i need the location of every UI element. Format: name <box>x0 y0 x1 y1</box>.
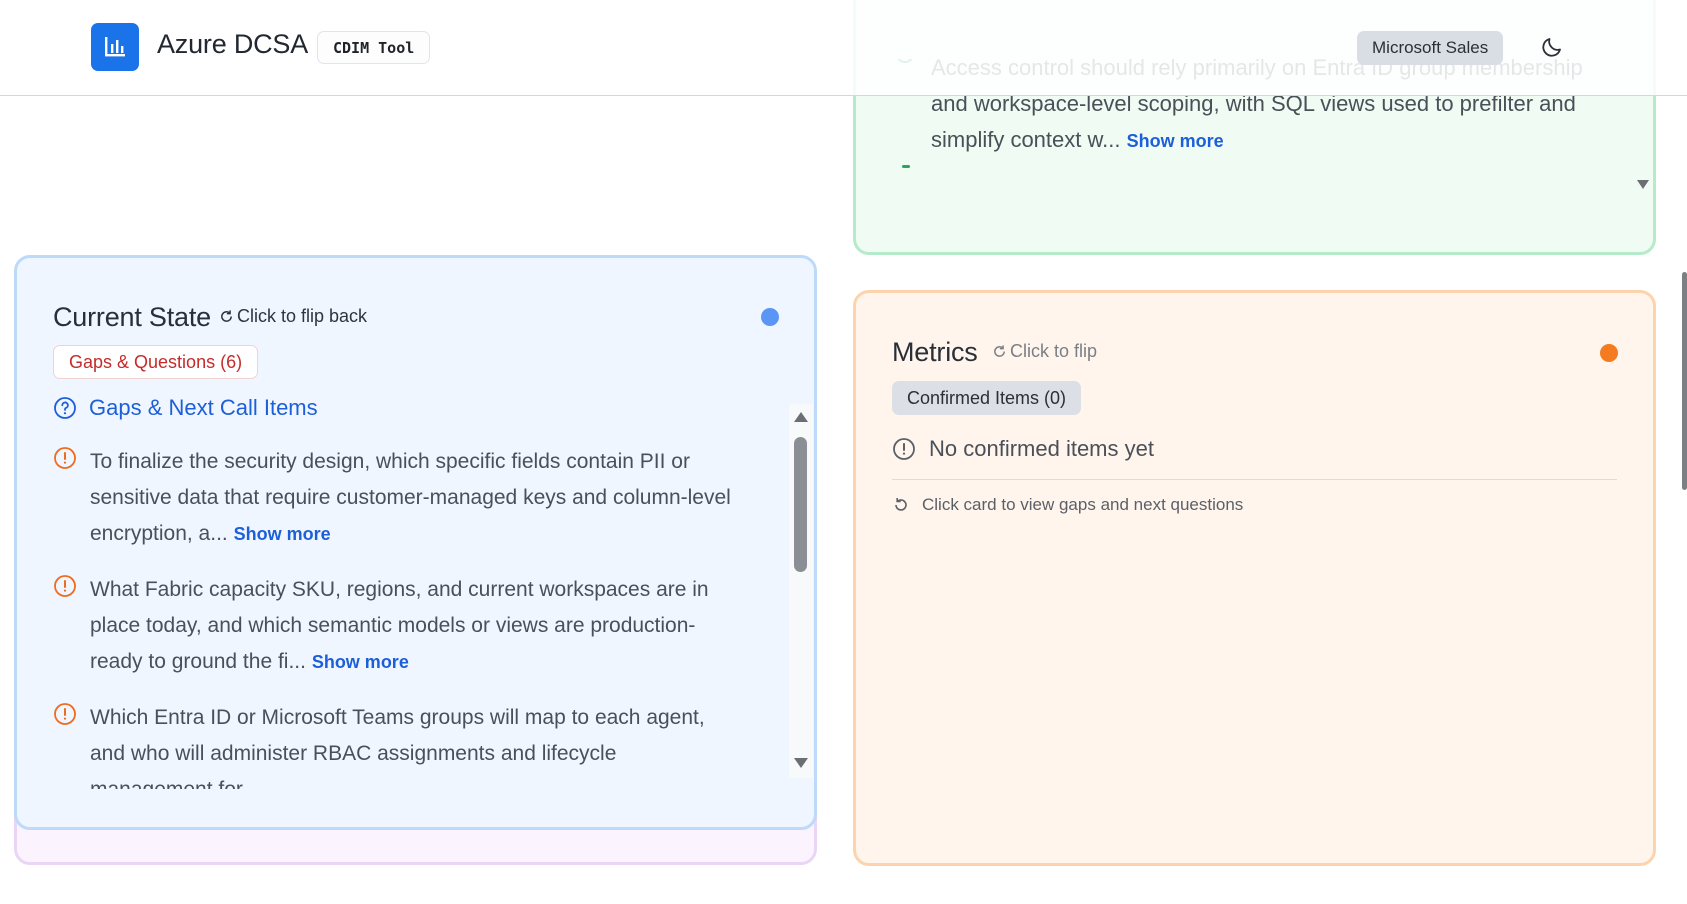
scroll-down-arrow[interactable] <box>1637 180 1649 189</box>
item-text: Which Entra ID or Microsoft Teams groups… <box>90 706 705 789</box>
scroll-down-arrow[interactable] <box>794 758 808 768</box>
moon-icon[interactable] <box>1537 32 1567 62</box>
page-scrollbar[interactable] <box>1682 272 1687 490</box>
list-item: Which Entra ID or Microsoft Teams groups… <box>53 700 743 789</box>
list-item: What Fabric capacity SKU, regions, and c… <box>53 572 743 680</box>
refresh-icon <box>994 345 1005 357</box>
item-text: To finalize the security design, which s… <box>90 450 731 545</box>
card-title: Metrics <box>892 337 978 367</box>
current-state-card[interactable]: Current State Click to flip back Gaps & … <box>14 255 817 830</box>
footer-text: Click card to view gaps and next questio… <box>922 495 1244 514</box>
alert-circle-icon <box>54 703 76 725</box>
bar-chart-icon[interactable] <box>91 23 139 71</box>
question-circle-icon <box>54 397 76 419</box>
show-more-link[interactable]: Show more <box>234 524 331 544</box>
app-title: Azure DCSA <box>157 29 309 59</box>
flip-hint-label: Click to flip back <box>237 306 368 326</box>
gaps-questions-tab[interactable]: Gaps & Questions (6) <box>53 345 259 379</box>
refresh-icon <box>221 310 232 322</box>
divider <box>892 479 1617 480</box>
card-footer-hint: Click card to view gaps and next questio… <box>892 495 1243 515</box>
empty-state-text: No confirmed items yet <box>929 436 1154 461</box>
list-item: To finalize the security design, which s… <box>53 444 743 552</box>
flip-hint[interactable]: Click to flip <box>992 341 1097 362</box>
check-circle-icon <box>902 165 910 168</box>
alert-circle-icon <box>893 438 915 460</box>
status-dot <box>761 308 779 326</box>
status-dot <box>1600 344 1618 362</box>
scroll-up-arrow[interactable] <box>794 412 808 422</box>
org-badge[interactable]: Microsoft Sales <box>1357 31 1504 65</box>
alert-circle-icon <box>54 447 76 469</box>
card-title: Current State <box>53 302 211 332</box>
confirmed-items-tab[interactable]: Confirmed Items (0) <box>892 381 1082 415</box>
app-header: Azure DCSA CDIM Tool Microsoft Sales <box>0 0 1687 96</box>
tool-badge: CDIM Tool <box>317 31 431 64</box>
flip-hint-label: Click to flip <box>1010 341 1098 361</box>
scrollbar-thumb[interactable] <box>794 437 807 572</box>
gaps-list: To finalize the security design, which s… <box>53 444 743 789</box>
section-heading: Gaps & Next Call Items <box>53 395 318 421</box>
alert-circle-icon <box>54 575 76 597</box>
rotate-ccw-icon <box>895 498 907 511</box>
show-more-link[interactable]: Show more <box>1127 131 1224 151</box>
show-more-link[interactable]: Show more <box>312 652 409 672</box>
list-scrollbar[interactable] <box>789 404 813 778</box>
section-title: Gaps & Next Call Items <box>89 395 318 420</box>
empty-state: No confirmed items yet <box>892 436 1154 462</box>
metrics-card[interactable]: Metrics Click to flip Confirmed Items (0… <box>853 290 1656 866</box>
flip-hint[interactable]: Click to flip back <box>219 306 367 327</box>
